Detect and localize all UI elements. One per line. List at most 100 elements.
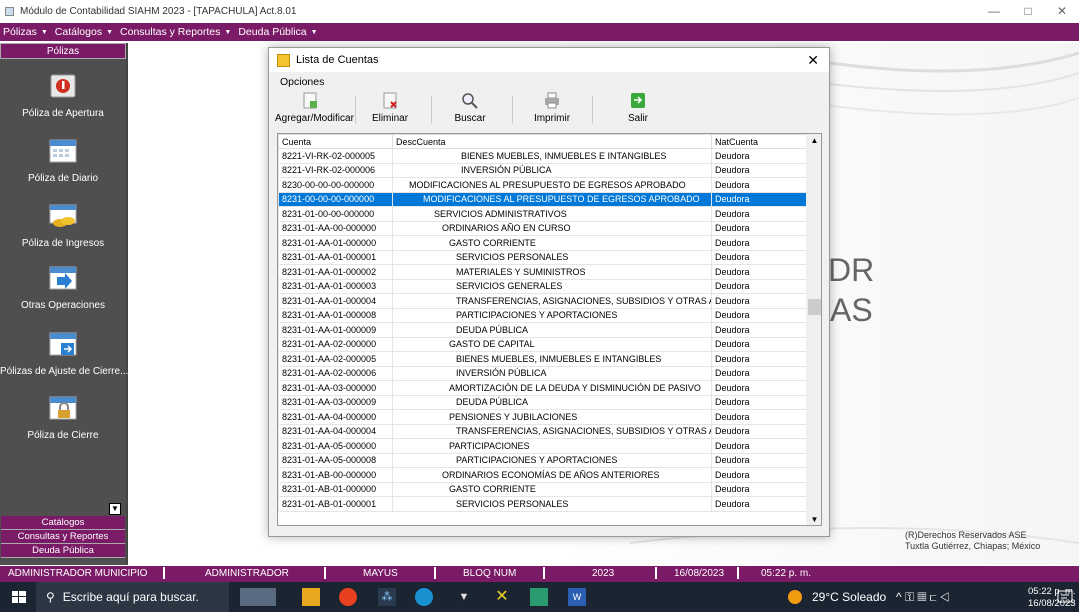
account-description-cell[interactable]: ORDINARIOS ECONOMÍAS DE AÑOS ANTERIORES xyxy=(392,467,712,483)
sidebar-item-otras[interactable]: Otras Operaciones xyxy=(0,265,126,311)
landscape-thumbnail-icon[interactable] xyxy=(240,588,276,606)
menu-deuda[interactable]: Deuda Pública xyxy=(238,26,306,38)
table-row[interactable]: 8231-01-AA-03-000000 AMORTIZACIÓN DE LA D… xyxy=(278,380,807,396)
account-code-cell[interactable]: 8231-01-AA-01-000001 xyxy=(278,249,393,265)
account-nature-cell[interactable]: Deudora xyxy=(711,481,807,497)
close-button[interactable]: ✕ xyxy=(1045,0,1079,23)
table-row[interactable]: 8221-VI-RK-02-000006 INVERSIÓN PÚBLICA Deu… xyxy=(278,162,807,178)
account-nature-cell[interactable]: Deudora xyxy=(711,177,807,193)
file-explorer-icon[interactable] xyxy=(302,588,320,606)
table-row[interactable]: 8231-01-AB-00-000000 ORDINARIOS ECONOMÍAS… xyxy=(278,467,807,483)
sidebar-section-deuda[interactable]: Deuda Pública xyxy=(1,544,125,558)
account-code-cell[interactable]: 8231-01-AB-01-000000 xyxy=(278,481,393,497)
account-description-cell[interactable]: TRANSFERENCIAS, ASIGNACIONES, SUBSIDIOS … xyxy=(392,293,712,309)
account-nature-cell[interactable]: Deudora xyxy=(711,351,807,367)
word-icon[interactable]: W xyxy=(568,588,586,606)
account-description-cell[interactable]: MODIFICACIONES AL PRESUPUESTO DE EGRESOS… xyxy=(392,177,712,193)
sidebar-scroll-down-button[interactable]: ▼ xyxy=(109,503,121,515)
sidebar-item-apertura[interactable]: Póliza de Apertura xyxy=(0,73,126,119)
menu-polizas[interactable]: Pólizas xyxy=(3,26,37,38)
menu-catalogos[interactable]: Catálogos xyxy=(55,26,102,38)
tray-icons[interactable]: ^ ⚿ ▦ ⊏ ◁ xyxy=(896,590,950,605)
account-code-cell[interactable]: 8231-01-AA-01-000004 xyxy=(278,293,393,309)
account-description-cell[interactable]: PARTICIPACIONES Y APORTACIONES xyxy=(392,452,712,468)
chrome-icon[interactable] xyxy=(339,588,357,606)
account-code-cell[interactable]: 8231-01-AA-03-000009 xyxy=(278,394,393,410)
table-row[interactable]: 8231-01-AA-02-000000 GASTO DE CAPITAL Deud… xyxy=(278,336,807,352)
table-row[interactable]: 8231-01-AA-05-000008 PARTICIPACIONES Y AP… xyxy=(278,452,807,468)
table-row[interactable]: 8221-VI-RK-02-000005 BIENES MUEBLES, INMU… xyxy=(278,148,807,164)
account-nature-cell[interactable]: Deudora xyxy=(711,293,807,309)
sidebar-item-ingresos[interactable]: Póliza de Ingresos xyxy=(0,203,126,249)
sidebar-item-diario[interactable]: Póliza de Diario xyxy=(0,138,126,184)
menu-consultas[interactable]: Consultas y Reportes xyxy=(120,26,220,38)
table-row[interactable]: 8231-01-AA-00-000000 ORDINARIOS AÑO EN CU… xyxy=(278,220,807,236)
account-code-cell[interactable]: 8231-01-00-00-000000 xyxy=(278,206,393,222)
account-description-cell[interactable]: DEUDA PÚBLICA xyxy=(392,322,712,338)
table-row[interactable]: 8231-01-AA-01-000009 DEUDA PÚBLICA Deudora xyxy=(278,322,807,338)
sidebar-item-ajuste[interactable]: Pólizas de Ajuste de Cierre... xyxy=(0,331,128,377)
table-row[interactable]: 8231-01-AA-01-000008 PARTICIPACIONES Y AP… xyxy=(278,307,807,323)
edge-icon[interactable] xyxy=(415,588,433,606)
account-nature-cell[interactable]: Deudora xyxy=(711,148,807,164)
scroll-down-icon[interactable]: ▼ xyxy=(806,513,821,525)
windows-start-icon[interactable] xyxy=(10,588,28,606)
table-row[interactable]: 8231-01-AA-01-000003 SERVICIOS GENERALES D… xyxy=(278,278,807,294)
account-description-cell[interactable]: PARTICIPACIONES Y APORTACIONES xyxy=(392,307,712,323)
account-description-cell[interactable]: ORDINARIOS AÑO EN CURSO xyxy=(392,220,712,236)
column-header-cuenta[interactable]: Cuenta xyxy=(278,134,393,149)
account-nature-cell[interactable]: Deudora xyxy=(711,380,807,396)
account-description-cell[interactable]: TRANSFERENCIAS, ASIGNACIONES, SUBSIDIOS … xyxy=(392,423,712,439)
account-code-cell[interactable]: 8231-01-AB-01-000001 xyxy=(278,496,393,512)
account-description-cell[interactable]: MODIFICACIONES AL PRESUPUESTO DE EGRESOS… xyxy=(392,191,712,207)
exit-button[interactable]: Salir xyxy=(618,92,658,124)
table-row[interactable]: 8231-01-AA-01-000000 GASTO CORRIENTE Deudo… xyxy=(278,235,807,251)
account-nature-cell[interactable]: Deudora xyxy=(711,307,807,323)
account-code-cell[interactable]: 8231-01-AA-04-000004 xyxy=(278,423,393,439)
account-nature-cell[interactable]: Deudora xyxy=(711,394,807,410)
table-row[interactable]: 8230-00-00-00-000000 MODIFICACIONES AL PR… xyxy=(278,177,807,193)
app-leaf-icon[interactable] xyxy=(530,588,548,606)
column-header-desccuenta[interactable]: DescCuenta xyxy=(392,134,712,149)
account-code-cell[interactable]: 8231-01-AB-00-000000 xyxy=(278,467,393,483)
table-row[interactable]: 8231-01-AA-05-000000 PARTICIPACIONES Deudo… xyxy=(278,438,807,454)
table-row[interactable]: 8231-01-AA-02-000005 BIENES MUEBLES, INMU… xyxy=(278,351,807,367)
account-description-cell[interactable]: BIENES MUEBLES, INMUEBLES E INTANGIBLES xyxy=(392,351,712,367)
table-row[interactable]: 8231-01-AB-01-000000 GASTO CORRIENTE Deudo… xyxy=(278,481,807,497)
scroll-up-icon[interactable]: ▲ xyxy=(806,134,821,148)
table-row[interactable]: 8231-01-00-00-000000 SERVICIOS ADMINISTRA… xyxy=(278,206,807,222)
account-description-cell[interactable]: PENSIONES Y JUBILACIONES xyxy=(392,409,712,425)
sidebar-section-catalogos[interactable]: Catálogos xyxy=(1,516,125,530)
taskbar-search-input[interactable]: ⚲ Escribe aquí para buscar. xyxy=(36,582,229,612)
account-nature-cell[interactable]: Deudora xyxy=(711,467,807,483)
notifications-icon[interactable] xyxy=(1056,588,1074,606)
account-code-cell[interactable]: 8231-01-AA-05-000000 xyxy=(278,438,393,454)
delete-button[interactable]: Eliminar xyxy=(365,92,415,124)
account-code-cell[interactable]: 8231-01-AA-01-000009 xyxy=(278,322,393,338)
account-description-cell[interactable]: INVERSIÓN PÚBLICA xyxy=(392,365,712,381)
table-row[interactable]: 8231-01-AA-01-000002 MATERIALES Y SUMINIS… xyxy=(278,264,807,280)
table-row[interactable]: 8231-01-AB-01-000001 SERVICIOS PERSONALES… xyxy=(278,496,807,512)
print-button[interactable]: Imprimir xyxy=(527,92,577,124)
sidebar-item-cierre[interactable]: Póliza de Cierre xyxy=(0,395,126,441)
account-description-cell[interactable]: BIENES MUEBLES, INMUEBLES E INTANGIBLES xyxy=(392,148,712,164)
account-description-cell[interactable]: GASTO CORRIENTE xyxy=(392,235,712,251)
account-description-cell[interactable]: SERVICIOS PERSONALES xyxy=(392,496,712,512)
account-nature-cell[interactable]: Deudora xyxy=(711,191,807,207)
account-nature-cell[interactable]: Deudora xyxy=(711,278,807,294)
account-nature-cell[interactable]: Deudora xyxy=(711,496,807,512)
weather-text[interactable]: 29°C Soleado xyxy=(812,590,886,604)
account-code-cell[interactable]: 8230-00-00-00-000000 xyxy=(278,177,393,193)
account-nature-cell[interactable]: Deudora xyxy=(711,249,807,265)
account-description-cell[interactable]: SERVICIOS PERSONALES xyxy=(392,249,712,265)
sidebar-section-consultas[interactable]: Consultas y Reportes xyxy=(1,530,125,544)
minimize-button[interactable]: — xyxy=(977,0,1011,23)
account-description-cell[interactable]: SERVICIOS ADMINISTRATIVOS xyxy=(392,206,712,222)
account-nature-cell[interactable]: Deudora xyxy=(711,206,807,222)
account-nature-cell[interactable]: Deudora xyxy=(711,220,807,236)
pinwheel-icon[interactable]: ✕ xyxy=(493,588,511,606)
account-code-cell[interactable]: 8231-00-00-00-000000 xyxy=(278,191,393,207)
account-code-cell[interactable]: 8231-01-AA-01-000003 xyxy=(278,278,393,294)
account-description-cell[interactable]: MATERIALES Y SUMINISTROS xyxy=(392,264,712,280)
account-nature-cell[interactable]: Deudora xyxy=(711,235,807,251)
